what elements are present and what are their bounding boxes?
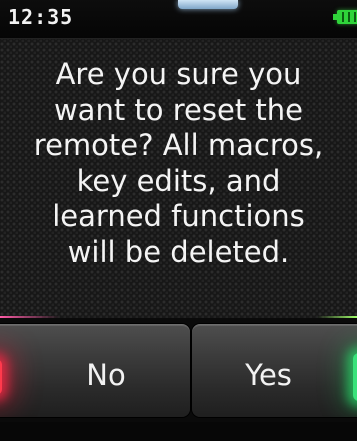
yes-button[interactable]: Yes [192,324,357,417]
battery-full-icon [333,10,357,24]
status-bar: 12:35 [0,0,357,39]
clock: 12:35 [8,5,74,29]
remote-screen: 12:35 Are you sure you want to reset the… [0,0,357,441]
yes-button-label: Yes [245,358,292,392]
no-button-label: No [86,358,126,392]
top-indicator-light [178,0,238,9]
no-button[interactable]: No [0,324,190,417]
confirmation-button-bar: No Yes [0,318,357,422]
bottom-bezel [0,422,357,441]
reset-confirmation-message: Are you sure you want to reset the remot… [33,57,324,269]
